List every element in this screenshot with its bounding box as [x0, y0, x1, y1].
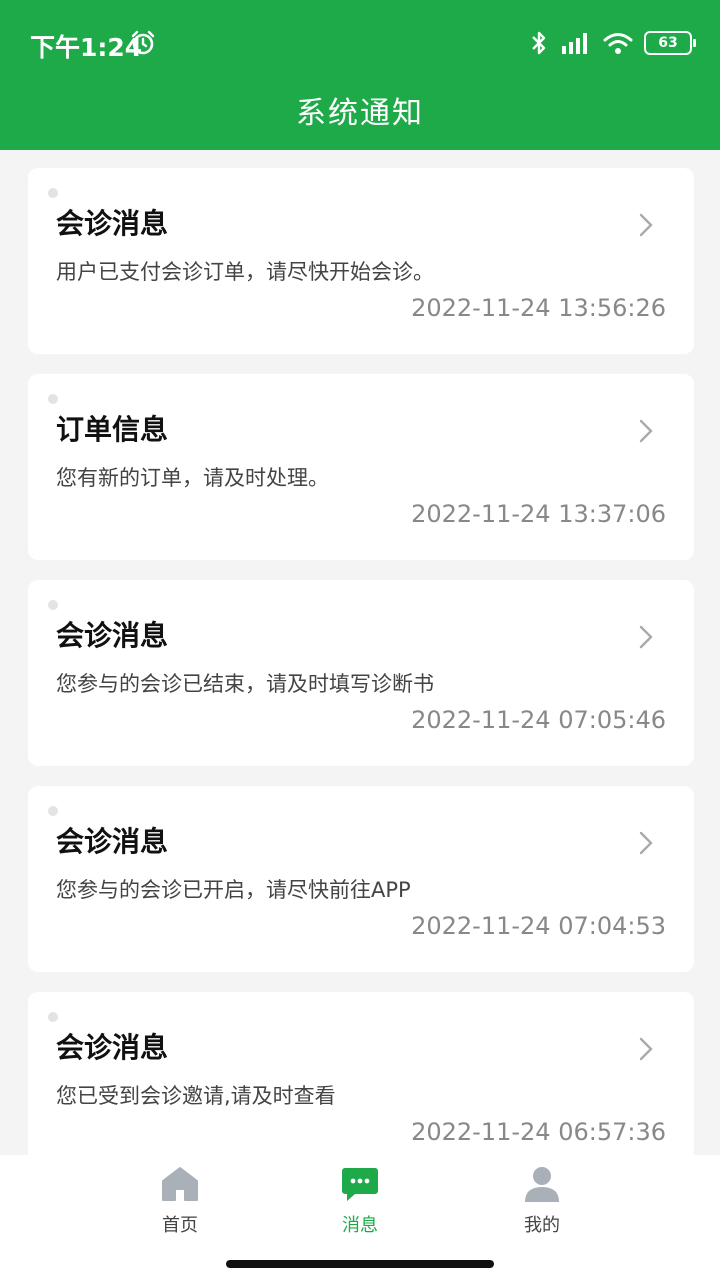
notification-time: 2022-11-24 07:05:46: [411, 706, 666, 734]
battery-icon: 63: [644, 31, 696, 55]
battery-level: 63: [658, 35, 678, 51]
status-icons: 63: [530, 28, 696, 58]
tab-home[interactable]: 首页: [120, 1165, 240, 1255]
tab-messages[interactable]: 消息: [300, 1165, 420, 1255]
notification-title: 会诊消息: [56, 825, 169, 858]
unread-dot: [48, 394, 58, 404]
unread-dot: [48, 188, 58, 198]
unread-dot: [48, 806, 58, 816]
bluetooth-icon: [532, 31, 546, 55]
signal-icon: [562, 33, 587, 54]
notification-body: 您参与的会诊已开启，请尽快前往APP: [56, 878, 411, 902]
notification-time: 2022-11-24 13:37:06: [411, 500, 666, 528]
page-title: 系统通知: [296, 96, 424, 131]
chevron-right-icon: [639, 419, 653, 443]
notification-title: 会诊消息: [56, 207, 169, 240]
tab-home-label: 首页: [162, 1215, 198, 1236]
notification-time: 2022-11-24 13:56:26: [411, 294, 666, 322]
alarm-icon: [131, 30, 155, 55]
chevron-right-icon: [639, 213, 653, 237]
home-icon: [162, 1167, 198, 1201]
chevron-right-icon: [639, 625, 653, 649]
notification-card[interactable]: 会诊消息 您参与的会诊已开启，请尽快前往APP 2022-11-24 07:04…: [28, 786, 694, 972]
tab-messages-label: 消息: [342, 1215, 378, 1236]
notification-time: 2022-11-24 06:57:36: [411, 1118, 666, 1146]
notification-body: 您参与的会诊已结束，请及时填写诊断书: [56, 672, 434, 696]
user-icon: [525, 1167, 559, 1202]
message-icon: [342, 1168, 378, 1201]
notification-card[interactable]: 会诊消息 用户已支付会诊订单，请尽快开始会诊。 2022-11-24 13:56…: [28, 168, 694, 354]
unread-dot: [48, 600, 58, 610]
notification-title: 会诊消息: [56, 1031, 169, 1064]
chevron-right-icon: [639, 1037, 653, 1061]
wifi-icon: [603, 33, 633, 54]
notification-body: 用户已支付会诊订单，请尽快开始会诊。: [56, 260, 434, 284]
tab-profile[interactable]: 我的: [482, 1165, 602, 1255]
unread-dot: [48, 1012, 58, 1022]
home-indicator[interactable]: [226, 1260, 494, 1268]
notification-card[interactable]: 会诊消息 您已受到会诊邀请,请及时查看 2022-11-24 06:57:36: [28, 992, 694, 1178]
notification-card[interactable]: 订单信息 您有新的订单，请及时处理。 2022-11-24 13:37:06: [28, 374, 694, 560]
notification-title: 会诊消息: [56, 619, 169, 652]
notification-body: 您有新的订单，请及时处理。: [56, 466, 329, 490]
notification-time: 2022-11-24 07:04:53: [411, 912, 666, 940]
app-header: 下午1:24 63 系统通知: [0, 0, 720, 150]
chevron-right-icon: [639, 831, 653, 855]
notification-card[interactable]: 会诊消息 您参与的会诊已结束，请及时填写诊断书 2022-11-24 07:05…: [28, 580, 694, 766]
notification-title: 订单信息: [56, 413, 169, 446]
status-time: 下午1:24: [30, 33, 143, 62]
tab-profile-label: 我的: [524, 1215, 560, 1236]
notification-body: 您已受到会诊邀请,请及时查看: [56, 1084, 336, 1108]
